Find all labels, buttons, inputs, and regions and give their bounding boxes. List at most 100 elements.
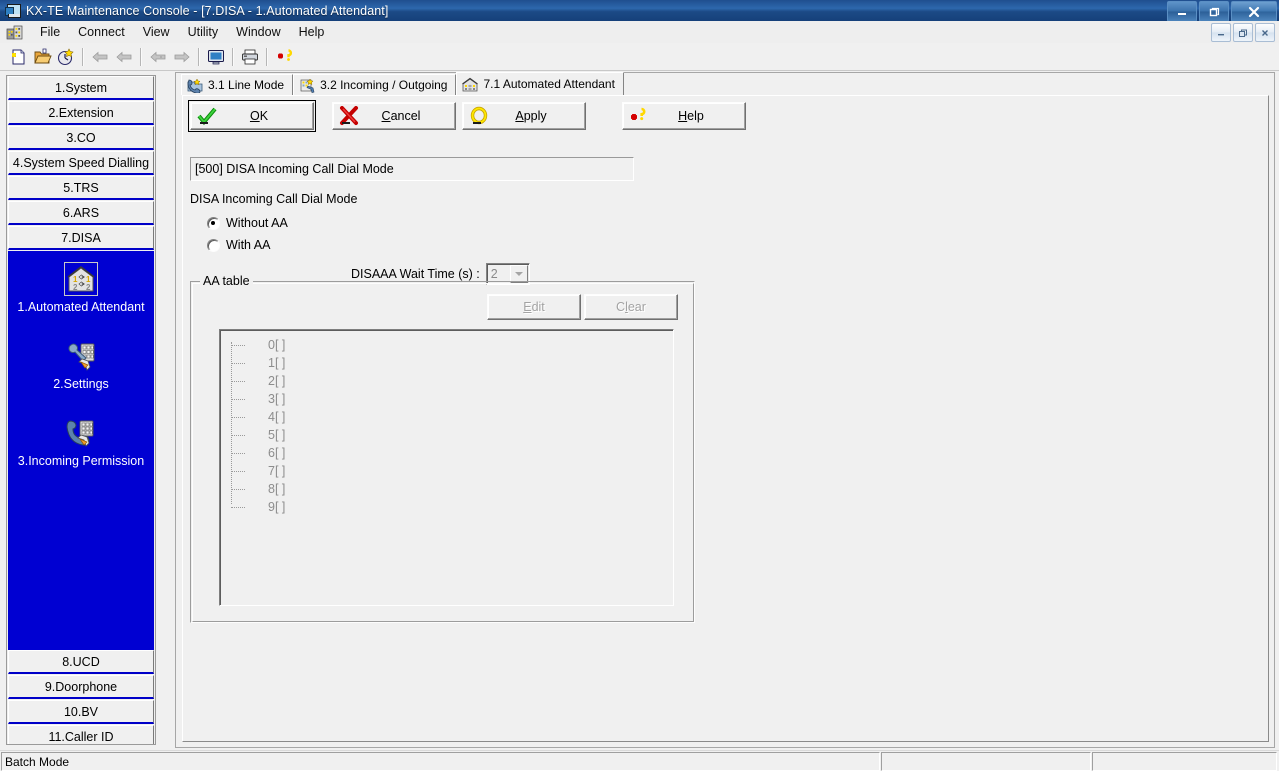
sidebar-item-incoming-permission[interactable]: 3.Incoming Permission	[8, 395, 154, 472]
incoming-permission-icon	[65, 417, 97, 449]
clear-button-label: Clear	[616, 300, 646, 314]
sidebar-item-system[interactable]: 1.System	[8, 76, 154, 100]
monitor-icon[interactable]	[204, 45, 228, 68]
aa-table-tree: 0[ ] 1[ ] 2[ ] 3[ ] 4[ ] 5[ ] 6[ ] 7[ ] …	[220, 330, 673, 516]
status-pane-2	[881, 752, 1091, 771]
help-question-icon[interactable]	[272, 45, 296, 68]
new-file-icon[interactable]	[6, 45, 30, 68]
automated-attendant-tab-icon	[462, 77, 479, 92]
settings-panel: OK Cancel Apply Help [500] DISA Incoming…	[182, 95, 1269, 742]
list-item-label: 6[ ]	[268, 446, 286, 460]
printer-icon[interactable]	[238, 45, 262, 68]
open-folder-icon[interactable]	[30, 45, 54, 68]
red-x-icon	[339, 106, 359, 126]
tab-label: 7.1 Automated Attendant	[483, 77, 615, 91]
list-item-label: 7[ ]	[268, 464, 286, 478]
mdi-close-button[interactable]	[1255, 23, 1275, 42]
toolbar-separator	[140, 47, 142, 66]
right-arrow-icon	[112, 45, 136, 68]
list-item-label: 3[ ]	[268, 392, 286, 406]
sidebar-disa-subitems: 1 1 2 2 1.Automated Attendant 2.Settings…	[8, 251, 154, 650]
green-check-icon	[197, 106, 217, 126]
aa-table-listbox[interactable]: 0[ ] 1[ ] 2[ ] 3[ ] 4[ ] 5[ ] 6[ ] 7[ ] …	[219, 329, 674, 606]
menu-item-file[interactable]: File	[31, 23, 69, 41]
list-item-label: 9[ ]	[268, 500, 286, 514]
sidebar-item-doorphone[interactable]: 9.Doorphone	[8, 675, 154, 699]
sidebar-item-label: 3.Incoming Permission	[17, 454, 145, 468]
list-item[interactable]: 8[ ]	[228, 480, 673, 498]
tab-line-mode[interactable]: 3.1 Line Mode	[181, 74, 294, 95]
sidebar-item-bv[interactable]: 10.BV	[8, 700, 154, 724]
mdi-minimize-button[interactable]	[1211, 23, 1231, 42]
radio-without-aa-label: Without AA	[226, 216, 288, 230]
tab-automated-attendant[interactable]: 7.1 Automated Attendant	[456, 72, 624, 95]
list-item-label: 0[ ]	[268, 338, 286, 352]
sidebar-item-extension[interactable]: 2.Extension	[8, 101, 154, 125]
restore-button[interactable]	[1199, 1, 1229, 22]
sidebar-item-ars[interactable]: 6.ARS	[8, 201, 154, 225]
toolbar-separator	[232, 47, 234, 66]
radio-without-aa[interactable]: Without AA	[207, 216, 288, 230]
disa-aa-wait-time-label: DISAAA Wait Time (s) :	[351, 267, 480, 281]
list-item[interactable]: 3[ ]	[228, 390, 673, 408]
sidebar-item-label: 2.Settings	[53, 377, 109, 391]
minimize-button[interactable]	[1167, 1, 1197, 22]
help-button-label: Help	[678, 109, 704, 123]
radio-without-aa-indicator[interactable]	[207, 216, 220, 230]
menu-item-view[interactable]: View	[134, 23, 179, 41]
clock-wizard-icon[interactable]	[54, 45, 78, 68]
radio-with-aa[interactable]: With AA	[207, 238, 270, 252]
list-item[interactable]: 4[ ]	[228, 408, 673, 426]
list-item[interactable]: 6[ ]	[228, 444, 673, 462]
sidebar-item-system-speed-dialling[interactable]: 4.System Speed Dialling	[8, 151, 154, 175]
sidebar-item-automated-attendant[interactable]: 1 1 2 2 1.Automated Attendant	[8, 255, 154, 318]
list-item[interactable]: 7[ ]	[228, 462, 673, 480]
menu-item-connect[interactable]: Connect	[69, 23, 134, 41]
help-button[interactable]: Help	[622, 102, 746, 130]
mdi-restore-button[interactable]	[1233, 23, 1253, 42]
line-mode-icon	[187, 77, 203, 94]
status-bar: Batch Mode	[0, 750, 1279, 771]
toolbar-separator	[82, 47, 84, 66]
menu-item-window[interactable]: Window	[227, 23, 289, 41]
title-bar: KX-TE Maintenance Console - [7.DISA - 1.…	[0, 0, 1279, 22]
sidebar-item-ucd[interactable]: 8.UCD	[8, 650, 154, 674]
incoming-outgoing-icon	[299, 77, 315, 93]
menu-bar: File Connect View Utility Window Help	[0, 21, 1279, 44]
edit-button[interactable]: Edit	[487, 294, 581, 320]
menu-item-utility[interactable]: Utility	[179, 23, 228, 41]
building-icon	[6, 24, 24, 40]
status-pane-3	[1092, 752, 1277, 771]
list-item[interactable]: 1[ ]	[228, 354, 673, 372]
tab-label: 3.1 Line Mode	[208, 78, 285, 92]
tab-incoming-outgoing[interactable]: 3.2 Incoming / Outgoing	[293, 74, 457, 95]
disa-aa-wait-time-value: 2	[490, 267, 498, 281]
window-title: KX-TE Maintenance Console - [7.DISA - 1.…	[26, 3, 389, 18]
apply-button[interactable]: Apply	[462, 102, 586, 130]
menu-item-help[interactable]: Help	[290, 23, 334, 41]
radio-with-aa-indicator[interactable]	[207, 238, 220, 252]
left-arrow-icon	[88, 45, 112, 68]
clear-button[interactable]: Clear	[584, 294, 678, 320]
list-item[interactable]: 5[ ]	[228, 426, 673, 444]
setting-header-field: [500] DISA Incoming Call Dial Mode	[190, 157, 634, 181]
sidebar-item-label: 1.Automated Attendant	[17, 300, 145, 314]
sidebar-item-disa[interactable]: 7.DISA	[8, 226, 154, 250]
sidebar-item-co[interactable]: 3.CO	[8, 126, 154, 150]
sidebar-item-settings[interactable]: 2.Settings	[8, 318, 154, 395]
status-mode-pane: Batch Mode	[1, 752, 880, 771]
list-item[interactable]: 0[ ]	[228, 336, 673, 354]
list-item[interactable]: 2[ ]	[228, 372, 673, 390]
close-button[interactable]	[1231, 1, 1277, 22]
ok-button[interactable]: OK	[188, 100, 316, 132]
settings-wrench-icon	[65, 340, 97, 372]
toolbar-separator	[198, 47, 200, 66]
cancel-button-label: Cancel	[381, 109, 421, 123]
ok-button-label: OK	[249, 109, 269, 123]
sidebar-item-trs[interactable]: 5.TRS	[8, 176, 154, 200]
list-item[interactable]: 9[ ]	[228, 498, 673, 516]
download-arrow-icon	[170, 45, 194, 68]
list-item-label: 2[ ]	[268, 374, 286, 388]
cancel-button[interactable]: Cancel	[332, 102, 456, 130]
sidebar-item-caller-id[interactable]: 11.Caller ID	[8, 725, 154, 744]
